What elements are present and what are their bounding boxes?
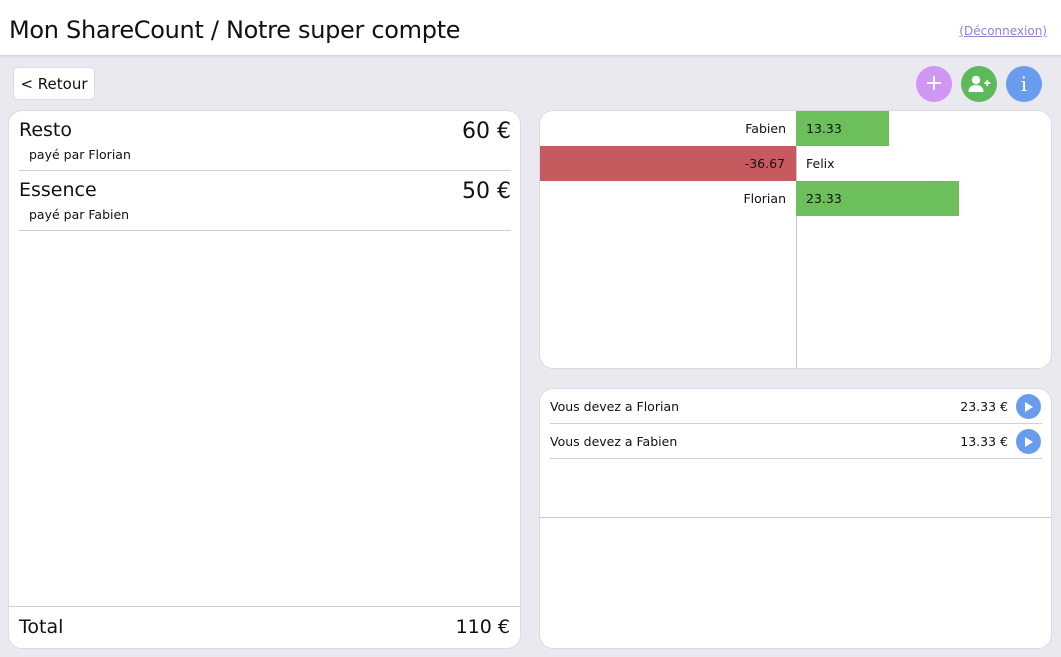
balance-name: Felix — [806, 156, 835, 171]
balance-name: Florian — [743, 191, 786, 206]
total-bar: Total 110 € — [9, 606, 520, 648]
debts-panel: Vous devez a Florian 23.33 € Vous devez … — [539, 388, 1052, 649]
balance-value: 13.33 — [806, 121, 842, 136]
balance-value: -36.67 — [744, 156, 785, 171]
debt-row: Vous devez a Fabien 13.33 € — [550, 424, 1042, 459]
app-header: Mon ShareCount / Notre super compte (Déc… — [0, 0, 1061, 56]
pay-button[interactable] — [1016, 394, 1041, 419]
expense-name: Essence — [19, 179, 97, 201]
divider — [540, 517, 1051, 518]
play-icon — [1025, 436, 1033, 447]
play-icon — [1025, 401, 1033, 412]
plus-icon: + — [924, 71, 944, 96]
expense-item[interactable]: Essence 50 € payé par Fabien — [19, 171, 511, 231]
expense-name: Resto — [19, 119, 73, 141]
back-button[interactable]: < Retour — [13, 67, 95, 100]
balance-value: 23.33 — [806, 191, 842, 206]
add-expense-button[interactable]: + — [916, 66, 952, 102]
total-value: 110 € — [455, 616, 510, 638]
balances-panel: Fabien 13.33 Felix -36.67 Florian 23.33 — [539, 110, 1052, 369]
debt-amount: 13.33 € — [960, 434, 1008, 449]
add-user-button[interactable] — [961, 66, 997, 102]
debt-label: Vous devez a Florian — [550, 399, 680, 414]
balance-row: Fabien 13.33 — [540, 111, 1051, 146]
expense-payer: payé par Fabien — [29, 207, 130, 222]
expense-amount: 50 € — [462, 179, 511, 204]
total-label: Total — [19, 616, 64, 638]
debt-row: Vous devez a Florian 23.33 € — [550, 389, 1042, 424]
balance-name: Fabien — [745, 121, 786, 136]
info-icon: i — [1020, 72, 1028, 96]
debt-amount: 23.33 € — [960, 399, 1008, 414]
debt-label: Vous devez a Fabien — [550, 434, 678, 449]
add-user-icon — [968, 75, 991, 92]
pay-button[interactable] — [1016, 429, 1041, 454]
expense-amount: 60 € — [462, 119, 511, 144]
balance-row: Florian 23.33 — [540, 181, 1051, 216]
expense-payer: payé par Florian — [29, 147, 131, 162]
expenses-panel: Resto 60 € payé par Florian Essence 50 €… — [8, 110, 521, 649]
balance-row: Felix -36.67 — [540, 146, 1051, 181]
page-title: Mon ShareCount / Notre super compte — [9, 16, 461, 44]
info-button[interactable]: i — [1006, 66, 1042, 102]
expense-item[interactable]: Resto 60 € payé par Florian — [19, 111, 511, 171]
logout-link[interactable]: (Déconnexion) — [959, 24, 1047, 38]
